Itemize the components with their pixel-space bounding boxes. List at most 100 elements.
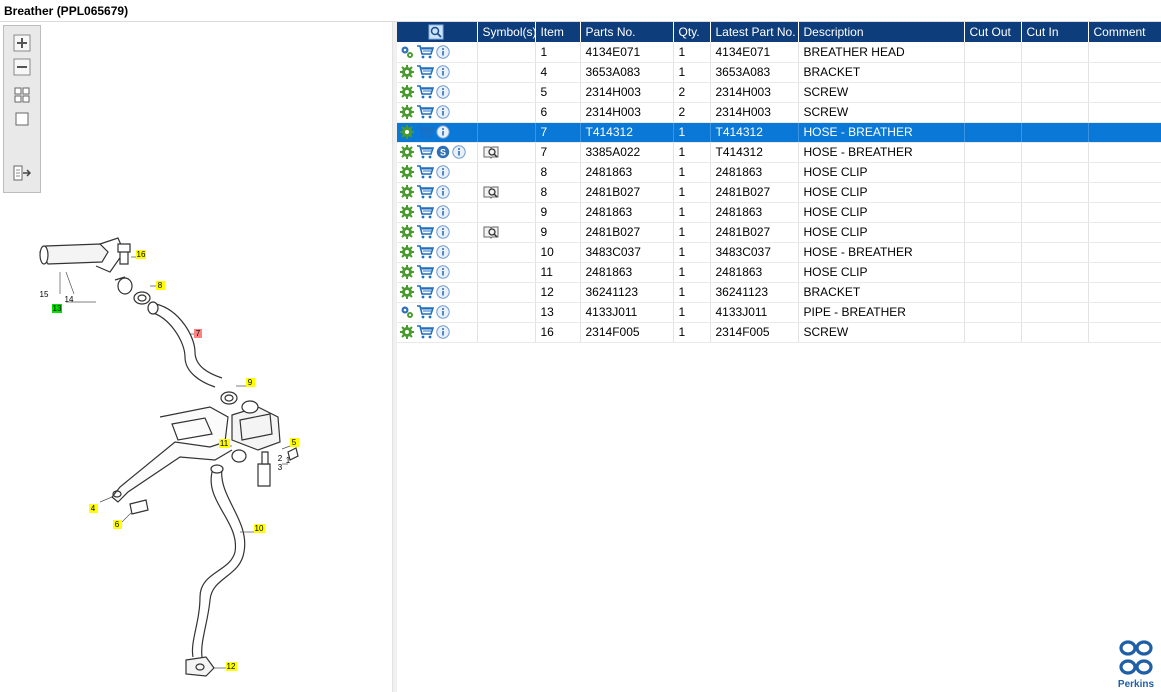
book-search-icon[interactable] [483, 185, 501, 200]
callout-15[interactable]: 15 [39, 290, 49, 299]
callout-16[interactable]: 16 [136, 250, 146, 259]
callout-5[interactable]: 5 [290, 438, 299, 447]
zoom-out-button[interactable] [13, 58, 31, 76]
actual-size-button[interactable] [13, 110, 31, 128]
column-header-actions[interactable] [397, 22, 478, 42]
callout-4[interactable]: 4 [89, 504, 98, 513]
gear-icon[interactable] [400, 65, 414, 80]
gears-icon[interactable] [400, 45, 414, 59]
gear-icon[interactable] [400, 265, 414, 280]
column-header-cut-out[interactable]: Cut Out [964, 22, 1022, 42]
info-icon[interactable] [436, 245, 450, 260]
cart-icon[interactable] [416, 325, 434, 339]
gear-icon[interactable] [400, 105, 414, 120]
info-icon[interactable] [436, 225, 450, 240]
callout-9[interactable]: 9 [246, 378, 255, 387]
table-row[interactable]: 4 3653A083 1 3653A083 BRACKET [397, 62, 1161, 83]
cart-icon[interactable] [416, 285, 434, 299]
info-icon[interactable] [436, 305, 450, 320]
info-icon[interactable] [436, 125, 450, 140]
callout-11[interactable]: 11 [219, 439, 230, 448]
info-icon[interactable] [436, 205, 450, 220]
info-icon[interactable] [436, 105, 450, 120]
table-row[interactable]: 13 4133J011 1 4133J011 PIPE - BREATHER [397, 302, 1161, 323]
cart-icon[interactable] [416, 45, 434, 59]
gear-icon[interactable] [400, 245, 414, 260]
callout-12[interactable]: 12 [226, 662, 237, 671]
info-icon[interactable] [436, 85, 450, 100]
gears-icon[interactable] [400, 305, 414, 319]
callout-8[interactable]: 8 [156, 281, 165, 290]
table-row[interactable]: 7 T414312 1 T414312 HOSE - BREATHER [397, 122, 1161, 143]
exploded-parts-diagram[interactable]: 16 15 14 13 8 7 9 5 11 1 2 3 4 6 10 12 [0, 202, 392, 692]
cart-icon[interactable] [416, 305, 434, 319]
table-row[interactable]: 6 2314H003 2 2314H003 SCREW [397, 102, 1161, 123]
cell-parts-no: 2481863 [580, 262, 674, 283]
table-row[interactable]: 16 2314F005 1 2314F005 SCREW [397, 322, 1161, 343]
info-icon[interactable] [452, 145, 466, 160]
column-header-latest-part-no[interactable]: Latest Part No. [710, 22, 799, 42]
cart-icon[interactable] [416, 105, 434, 119]
callout-13[interactable]: 13 [52, 304, 62, 313]
table-row[interactable]: 11 2481863 1 2481863 HOSE CLIP [397, 262, 1161, 283]
cart-icon[interactable] [416, 65, 434, 79]
callout-3[interactable]: 3 [276, 463, 283, 472]
table-row[interactable]: 9 2481863 1 2481863 HOSE CLIP [397, 202, 1161, 223]
gear-icon[interactable] [400, 185, 414, 200]
info-icon[interactable] [436, 165, 450, 180]
column-header-parts-no[interactable]: Parts No. [580, 22, 674, 42]
cart-icon[interactable] [416, 225, 434, 239]
cart-icon[interactable] [416, 165, 434, 179]
cart-icon[interactable] [416, 185, 434, 199]
gear-icon[interactable] [400, 125, 414, 140]
table-row[interactable]: 1 4134E071 1 4134E071 BREATHER HEAD [397, 42, 1161, 63]
info-icon[interactable] [436, 265, 450, 280]
column-header-cut-in[interactable]: Cut In [1021, 22, 1089, 42]
table-row[interactable]: 5 2314H003 2 2314H003 SCREW [397, 82, 1161, 103]
callout-6[interactable]: 6 [113, 520, 122, 529]
callout-14[interactable]: 14 [64, 295, 74, 304]
superseded-icon[interactable]: S [436, 145, 450, 159]
info-icon[interactable] [436, 325, 450, 340]
export-button[interactable] [13, 164, 31, 182]
info-icon[interactable] [436, 285, 450, 300]
cart-icon[interactable] [416, 85, 434, 99]
gear-icon[interactable] [400, 85, 414, 100]
column-header-comment[interactable]: Comment [1088, 22, 1161, 42]
column-header-item[interactable]: Item [535, 22, 581, 42]
zoom-in-button[interactable] [13, 34, 31, 52]
column-header-qty[interactable]: Qty. [673, 22, 711, 42]
gear-icon[interactable] [400, 145, 414, 160]
gear-icon[interactable] [400, 325, 414, 340]
callout-7[interactable]: 7 [194, 329, 202, 338]
diagram-pane[interactable]: 16 15 14 13 8 7 9 5 11 1 2 3 4 6 10 12 [0, 22, 392, 692]
table-row[interactable]: 8 2481863 1 2481863 HOSE CLIP [397, 162, 1161, 183]
column-header-description[interactable]: Description [798, 22, 965, 42]
cart-icon[interactable] [416, 245, 434, 259]
info-icon[interactable] [436, 185, 450, 200]
search-parts-icon[interactable] [428, 24, 444, 40]
cell-description: SCREW [798, 82, 965, 103]
table-row[interactable]: 9 2481B027 1 2481B027 HOSE CLIP [397, 222, 1161, 243]
book-search-icon[interactable] [483, 145, 501, 160]
column-header-symbols[interactable]: Symbol(s) [477, 22, 537, 42]
gear-icon[interactable] [400, 165, 414, 180]
table-row[interactable]: S 7 3385A022 1 T414312 HOSE - BREATHER [397, 142, 1161, 163]
book-search-icon[interactable] [483, 225, 501, 240]
fit-all-button[interactable] [13, 86, 31, 104]
cart-icon[interactable] [416, 265, 434, 279]
callout-2[interactable]: 2 [276, 454, 283, 463]
gear-icon[interactable] [400, 225, 414, 240]
cart-icon[interactable] [416, 125, 434, 139]
cart-icon[interactable] [416, 145, 434, 159]
table-row[interactable]: 8 2481B027 1 2481B027 HOSE CLIP [397, 182, 1161, 203]
info-icon[interactable] [436, 65, 450, 80]
cell-cut-out [964, 182, 1022, 203]
table-row[interactable]: 10 3483C037 1 3483C037 HOSE - BREATHER [397, 242, 1161, 263]
table-row[interactable]: 12 36241123 1 36241123 BRACKET [397, 282, 1161, 303]
callout-10[interactable]: 10 [254, 524, 265, 533]
gear-icon[interactable] [400, 285, 414, 300]
gear-icon[interactable] [400, 205, 414, 220]
info-icon[interactable] [436, 45, 450, 59]
cart-icon[interactable] [416, 205, 434, 219]
